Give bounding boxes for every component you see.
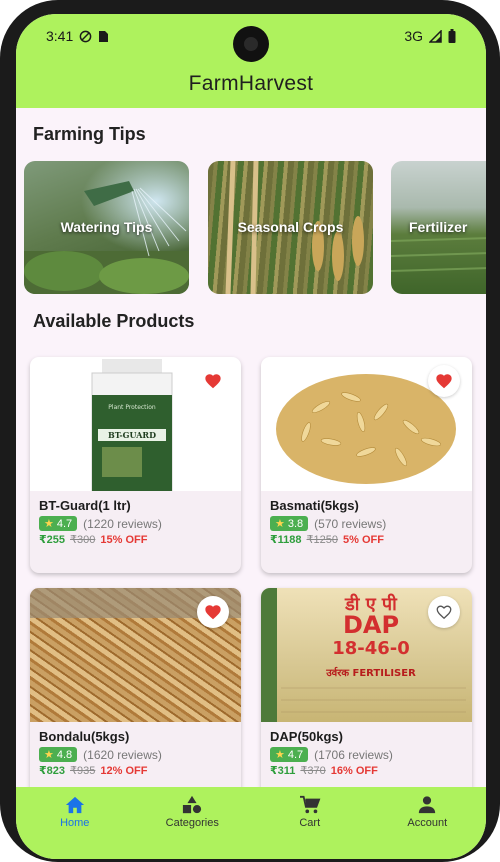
farming-tips-title: Farming Tips: [33, 124, 146, 144]
original-price: ₹1250: [306, 534, 339, 546]
original-price: ₹370: [300, 765, 326, 777]
tip-label: Seasonal Crops: [237, 219, 344, 235]
product-name: BT-Guard(1 ltr): [39, 498, 131, 513]
tip-card-watering[interactable]: Watering Tips: [24, 161, 189, 294]
discount: 15% OFF: [100, 533, 148, 546]
rating-badge: ★ 4.8: [39, 747, 78, 762]
nav-home[interactable]: Home: [16, 787, 134, 859]
rating-row: ★ 4.7 (1220 reviews): [39, 516, 162, 531]
tip-label: Watering Tips: [60, 219, 153, 235]
heart-outline-icon: [436, 605, 452, 620]
discount: 16% OFF: [330, 764, 378, 777]
svg-text:18-46-0: 18-46-0: [332, 638, 410, 659]
app-header: 3:41 3G FarmHarvest: [16, 14, 486, 108]
svg-text:Plant Protection: Plant Protection: [108, 404, 156, 411]
heart-filled-icon: [436, 374, 452, 389]
tip-card-fertilizer[interactable]: Fertilizer: [391, 161, 486, 294]
phone-frame: 3:41 3G FarmHarvest Farming Tips Waterin…: [0, 0, 500, 862]
tip-card-seasonal[interactable]: Seasonal Crops: [208, 161, 373, 294]
nav-label: Categories: [165, 817, 219, 829]
svg-text:उर्वरक FERTILISER: उर्वरक FERTILISER: [325, 666, 416, 679]
product-name: Basmati(5kgs): [270, 498, 359, 513]
rating-badge: ★ 4.7: [270, 747, 309, 762]
product-card[interactable]: Bondalu(5kgs) ★ 4.8 (1620 reviews) ₹823 ₹…: [30, 588, 241, 804]
favorite-button[interactable]: [428, 365, 460, 397]
product-name: Bondalu(5kgs): [39, 729, 130, 744]
bottom-navigation: Home Categories Cart Account: [16, 787, 486, 859]
nav-cart[interactable]: Cart: [251, 787, 369, 859]
price: ₹311: [270, 765, 296, 777]
categories-icon: [183, 795, 202, 814]
rating-badge: ★ 3.8: [270, 516, 309, 531]
favorite-button[interactable]: [197, 596, 229, 628]
home-icon: [65, 796, 84, 814]
signal-icon: [429, 29, 442, 43]
star-icon: ★: [275, 518, 285, 530]
nav-label: Account: [407, 817, 448, 829]
heart-filled-icon: [205, 605, 221, 620]
review-count: (1706 reviews): [314, 747, 393, 762]
rating-row: ★ 3.8 (570 reviews): [270, 516, 386, 531]
dnd-icon: [79, 30, 92, 42]
rating-row: ★ 4.7 (1706 reviews): [270, 747, 393, 762]
rating-badge: ★ 4.7: [39, 516, 78, 531]
nav-account[interactable]: Account: [369, 787, 487, 859]
app-title: FarmHarvest: [188, 72, 314, 95]
available-products-title: Available Products: [33, 311, 195, 331]
original-price: ₹935: [70, 765, 96, 777]
discount: 5% OFF: [343, 533, 384, 546]
svg-text:BT-GUARD: BT-GUARD: [108, 430, 156, 440]
discount: 12% OFF: [100, 764, 148, 777]
product-card[interactable]: Basmati(5kgs) ★ 3.8 (570 reviews) ₹1188 ₹…: [261, 357, 472, 573]
favorite-button[interactable]: [428, 596, 460, 628]
product-card[interactable]: डी ए पी DAP 18-46-0 उर्वरक FERTILISER DA…: [261, 588, 472, 804]
price-row: ₹1188 ₹1250 5% OFF: [270, 533, 384, 547]
farming-tips-carousel[interactable]: Watering Tips Seasonal Crops Fertilizer: [24, 161, 486, 294]
price-row: ₹823 ₹935 12% OFF: [39, 764, 148, 778]
favorite-button[interactable]: [197, 365, 229, 397]
nav-label: Home: [60, 817, 90, 829]
account-icon: [419, 796, 436, 814]
product-name: DAP(50kgs): [270, 729, 343, 744]
front-camera: [233, 26, 269, 62]
status-time: 3:41: [46, 28, 74, 44]
svg-text:DAP: DAP: [343, 611, 399, 639]
sim-card-icon: [99, 30, 109, 42]
heart-filled-icon: [205, 374, 221, 389]
nav-categories[interactable]: Categories: [134, 787, 252, 859]
review-count: (570 reviews): [314, 516, 387, 531]
price: ₹255: [39, 534, 66, 546]
price-row: ₹311 ₹370 16% OFF: [270, 764, 378, 778]
star-icon: ★: [44, 749, 54, 761]
cart-icon: [299, 795, 321, 814]
review-count: (1220 reviews): [83, 516, 162, 531]
original-price: ₹300: [70, 534, 96, 546]
product-card[interactable]: BT-GUARD Plant Protection BT-Guard(1 ltr…: [30, 357, 241, 573]
price: ₹823: [39, 765, 66, 777]
price-row: ₹255 ₹300 15% OFF: [39, 533, 148, 547]
star-icon: ★: [44, 518, 54, 530]
rating-row: ★ 4.8 (1620 reviews): [39, 747, 162, 762]
star-icon: ★: [275, 749, 285, 761]
battery-icon: [448, 29, 456, 43]
network-type: 3G: [404, 28, 423, 44]
price: ₹1188: [270, 534, 302, 546]
review-count: (1620 reviews): [83, 747, 162, 762]
tip-label: Fertilizer: [409, 219, 468, 235]
screen: 3:41 3G FarmHarvest Farming Tips Waterin…: [16, 14, 486, 859]
nav-label: Cart: [299, 817, 321, 829]
